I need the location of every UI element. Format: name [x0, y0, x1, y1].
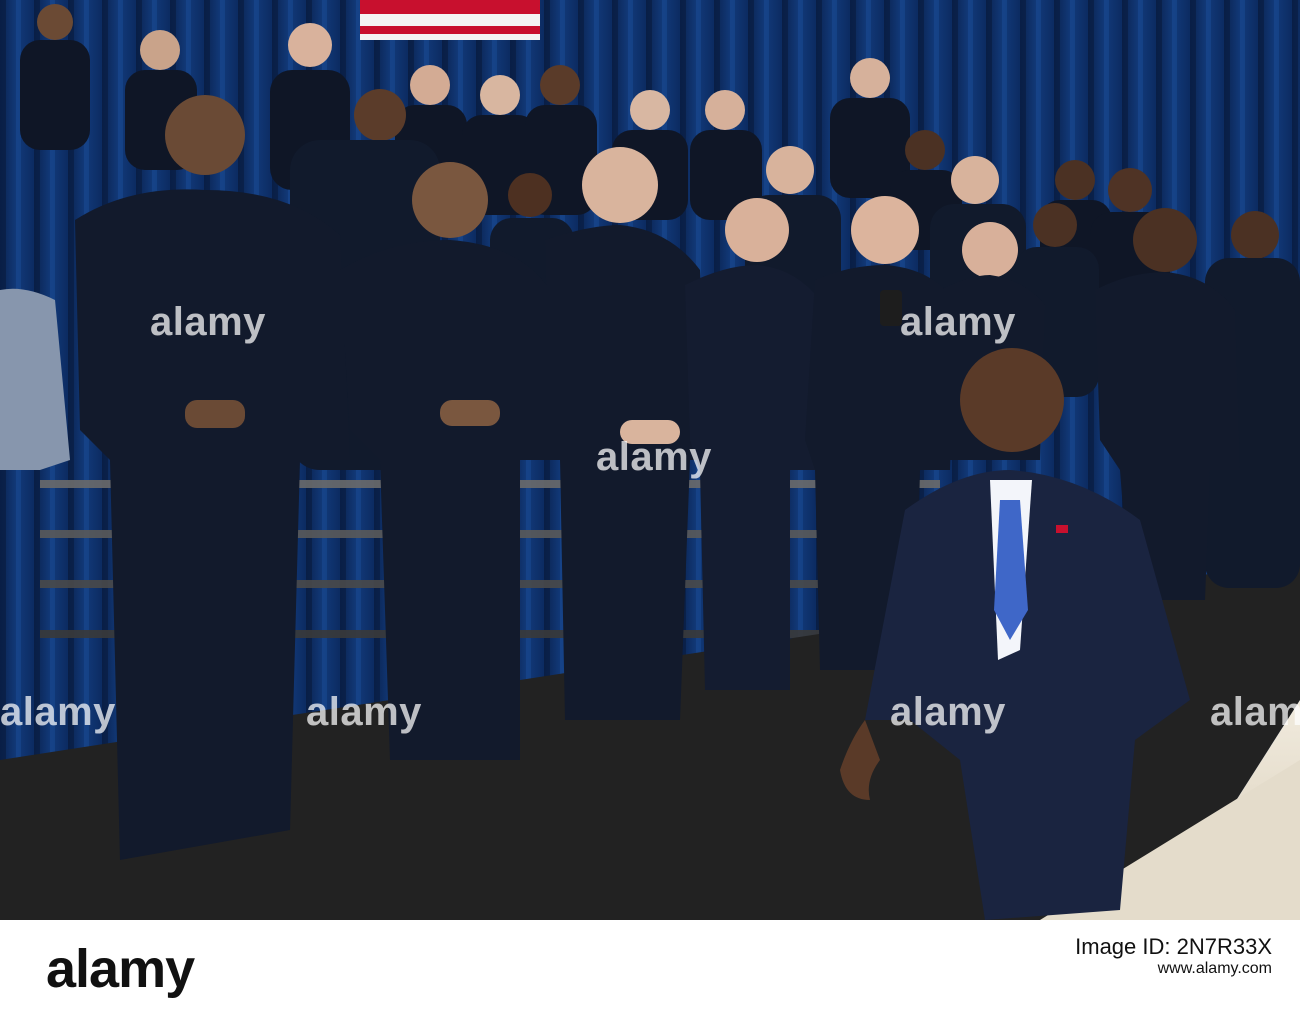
watermark-text: alamy [150, 300, 266, 344]
press-photo: alamy alamy alamy alamy alamy alamy alam… [0, 0, 1300, 920]
watermark-text: alamy [900, 300, 1016, 344]
site-url[interactable]: www.alamy.com [1075, 958, 1272, 980]
watermark-text: alamy [890, 690, 1006, 734]
alamy-logo: alamy [46, 939, 195, 999]
image-meta: Image ID: 2N7R33X www.alamy.com [1075, 936, 1272, 980]
watermark-text: alamy [306, 690, 422, 734]
watermark-text: alamy [1210, 690, 1300, 734]
image-id: Image ID: 2N7R33X [1075, 934, 1272, 959]
photo-page: alamy alamy alamy alamy alamy alamy alam… [0, 0, 1300, 1010]
watermark-text: alamy [0, 690, 116, 734]
stock-footer: alamy Image ID: 2N7R33X www.alamy.com [0, 920, 1300, 1010]
watermark-text: alamy [596, 435, 712, 479]
